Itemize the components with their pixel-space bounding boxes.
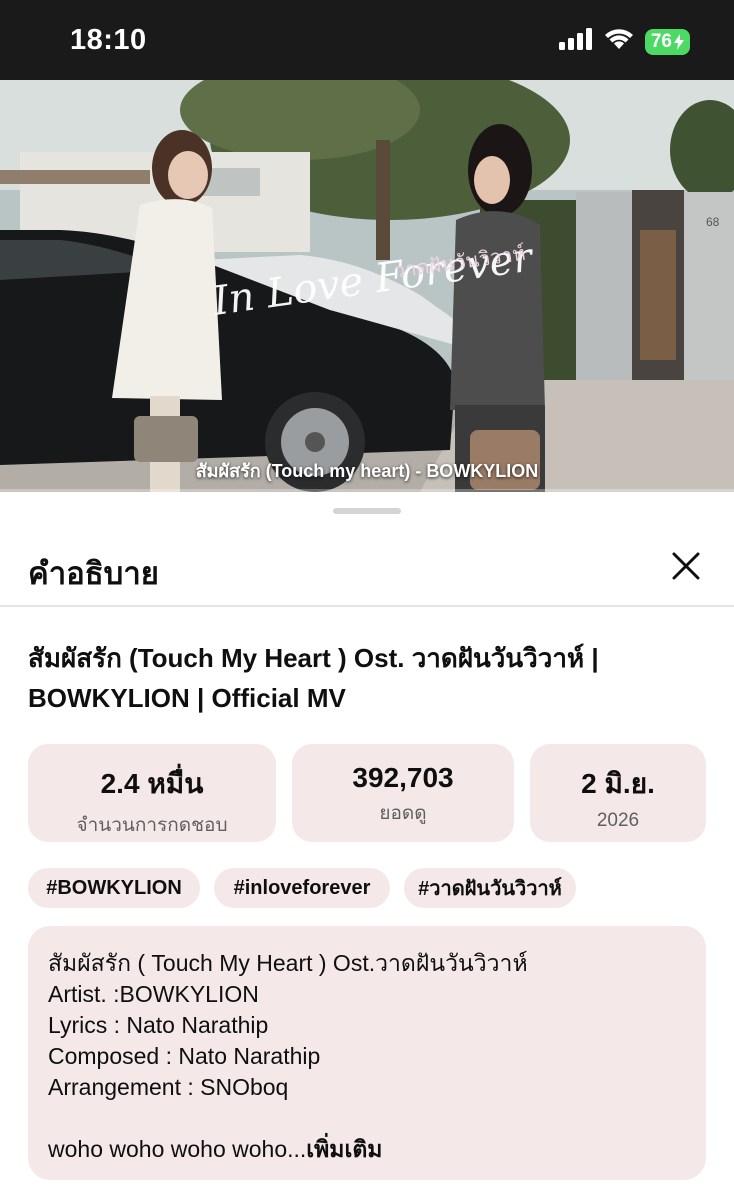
description-line: Artist. :BOWKYLION [48,981,259,1007]
video-caption: สัมผัสรัก (Touch my heart) - BOWKYLION [195,461,539,481]
hashtag-chip[interactable]: #BOWKYLION [28,868,200,908]
cellular-signal-icon [558,28,593,55]
views-count: 392,703 [352,762,454,793]
video-title-line1: สัมผัสรัก (Touch My Heart ) Ost. วาดฝันว… [28,643,599,673]
status-icons: 76 [558,27,690,56]
stat-views: 392,703 ยอดดู [292,744,514,842]
video-title: สัมผัสรัก (Touch My Heart ) Ost. วาดฝันว… [28,638,708,718]
show-more-link[interactable]: เพิ่มเติม [306,1136,382,1162]
description-gap [48,1103,686,1134]
sheet-title: คำอธิบาย [28,556,159,591]
upload-date: 2 มิ.ย. [581,768,655,799]
likes-count: 2.4 หมื่น [100,768,204,799]
description-snippet: woho woho woho woho... [48,1136,307,1162]
views-label: ยอดดู [379,803,427,824]
stat-likes: 2.4 หมื่น จำนวนการกดชอบ [28,744,276,842]
battery-level: 76 [650,30,672,52]
upload-year: 2026 [596,810,640,831]
status-bar: 18:10 76 [0,0,734,80]
description-line: Composed : Nato Narathip [48,1043,321,1069]
house-number: 68 [706,215,720,229]
video-title-line2: BOWKYLION | Official MV [28,683,346,713]
stat-date: 2 มิ.ย. 2026 [530,744,706,842]
close-button[interactable] [664,544,708,588]
divider [0,605,734,607]
description-sheet: คำอธิบาย สัมผัสรัก (Touch My Heart ) Ost… [0,492,734,1200]
video-frame: In Love Forever วาดฝันวันวิวาห์ 68 [0,80,734,492]
description-line: Arrangement : SNOboq [48,1074,289,1100]
likes-label: จำนวนการกดชอบ [76,815,228,836]
wifi-icon [603,27,635,56]
description-line: Lyrics : Nato Narathip [48,1012,269,1038]
hashtag-chip[interactable]: #วาดฝันวันวิวาห์ [404,868,576,908]
close-icon [672,552,700,580]
drag-handle[interactable] [333,508,401,514]
video-player[interactable]: In Love Forever วาดฝันวันวิวาห์ 68 สัมผั… [0,80,734,492]
description-box[interactable]: สัมผัสรัก ( Touch My Heart ) Ost.วาดฝันว… [28,926,706,1180]
description-snippet-row: woho woho woho woho...เพิ่มเติม [48,1134,686,1165]
battery-charging-icon: 76 [644,28,690,55]
status-time: 18:10 [70,24,147,56]
hashtag-chip[interactable]: #inloveforever [214,868,390,908]
description-line: สัมผัสรัก ( Touch My Heart ) Ost.วาดฝันว… [48,950,528,976]
